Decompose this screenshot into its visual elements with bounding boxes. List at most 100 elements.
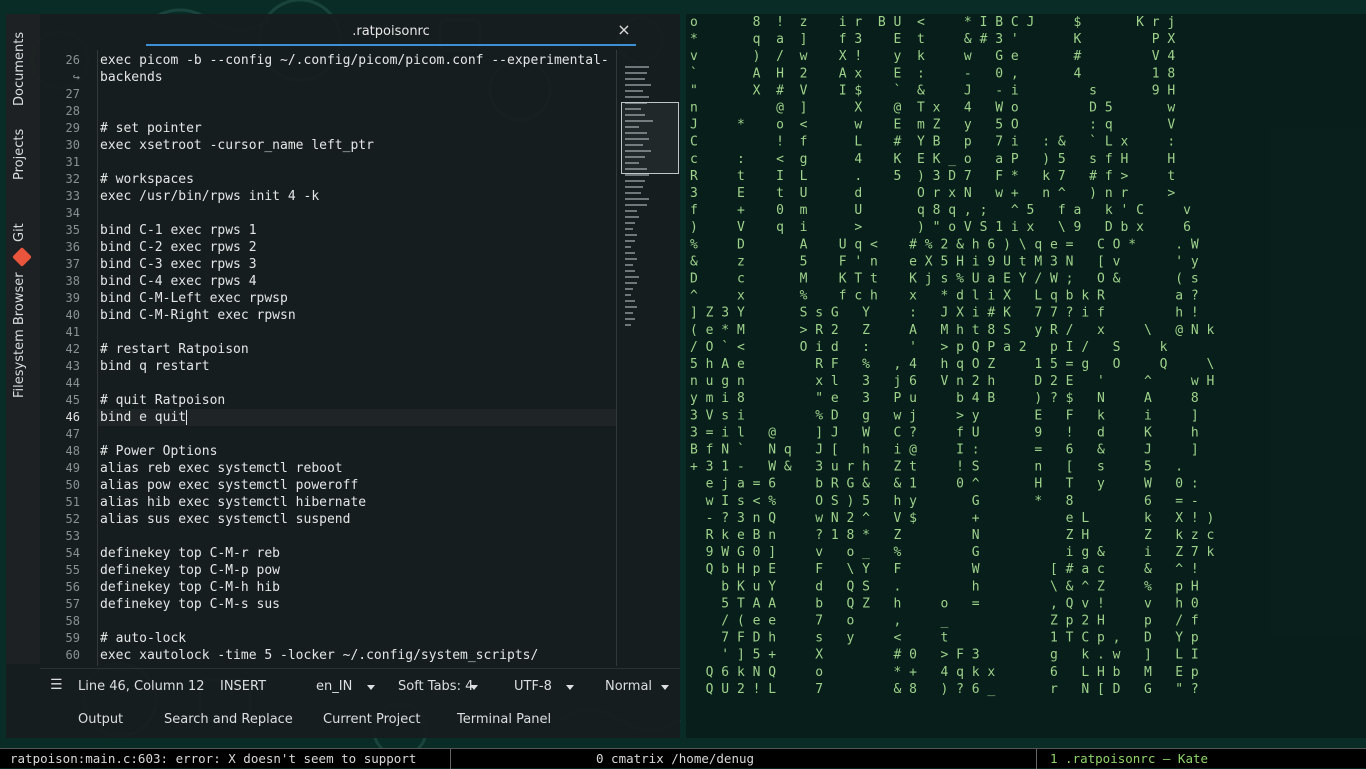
input-mode[interactable]: Normal — [605, 679, 652, 694]
window-entry-cmatrix[interactable]: 0 cmatrix /home/denug — [596, 751, 754, 766]
matrix-row: * q a ] f 3 E t & # 3 ' K P X — [690, 32, 1175, 47]
line-number: 57 — [65, 597, 80, 611]
matrix-row: B f N ` N q J [ h i @ I : = 6 & J ] — [690, 443, 1199, 458]
chevron-down-icon — [661, 685, 669, 690]
matrix-row: Q b H p E F \ Y F W [ # a c & ^ ! — [690, 562, 1199, 577]
code-line[interactable]: exec xsetroot -cursor_name left_ptr — [100, 137, 374, 154]
output-button[interactable]: Output — [78, 712, 123, 727]
encoding-setting[interactable]: UTF-8 — [514, 679, 552, 694]
code-line[interactable]: bind C-3 exec rpws 3 — [100, 256, 257, 273]
code-line[interactable]: exec /usr/bin/rpws init 4 -k — [100, 188, 319, 205]
minimap-line — [625, 306, 637, 308]
divider — [450, 749, 451, 769]
minimap-line — [625, 318, 635, 320]
code-line[interactable]: alias reb exec systemctl reboot — [100, 460, 343, 477]
code-line[interactable]: definekey top C-M-p pow — [100, 562, 280, 579]
cmatrix-terminal[interactable]: o 8 ! z i r B U < * I B C J $ K r j * q a… — [686, 14, 1366, 738]
line-number: 39 — [65, 291, 80, 305]
code-line[interactable]: bind e quit — [100, 409, 186, 426]
indentation-setting[interactable]: Soft Tabs: 4 — [398, 679, 473, 694]
code-line[interactable]: exec picom -b --config ~/.config/picom/p… — [100, 52, 609, 69]
code-line[interactable]: definekey top C-M-h hib — [100, 579, 280, 596]
line-number: 45 — [65, 393, 80, 407]
matrix-row: + 3 1 - W & 3 u r h Z t ! S n [ s 5 . — [690, 460, 1183, 475]
line-number: 29 — [65, 121, 80, 135]
minimap-line — [625, 246, 631, 248]
status-bar: ☰ Line 46, Column 12 INSERT en_IN Soft T… — [40, 668, 680, 702]
code-line[interactable]: # workspaces — [100, 171, 194, 188]
ratpoison-bar: ratpoison:main.c:603: error: X doesn't s… — [0, 748, 1366, 769]
line-number: 37 — [65, 257, 80, 271]
code-line[interactable]: bind q restart — [100, 358, 210, 375]
current-project-button[interactable]: Current Project — [323, 712, 420, 727]
search-replace-button[interactable]: Search and Replace — [164, 712, 293, 727]
code-line[interactable]: alias hib exec systemctl hibernate — [100, 494, 366, 511]
error-message: ratpoison:main.c:603: error: X doesn't s… — [10, 751, 417, 766]
code-line[interactable]: exec xautolock -time 5 -locker ~/.config… — [100, 647, 538, 664]
matrix-row: b K u Y d Q S . h \ & ^ Z % p H — [690, 579, 1199, 594]
code-line[interactable]: alias sus exec systemctl suspend — [100, 511, 350, 528]
close-icon[interactable]: × — [616, 22, 632, 38]
dictionary-language[interactable]: en_IN — [316, 679, 352, 694]
code-line[interactable]: alias pow exec systemctl poweroff — [100, 477, 358, 494]
minimap-line — [625, 198, 649, 200]
line-number: 58 — [65, 614, 80, 628]
menu-lines-icon[interactable]: ☰ — [50, 677, 63, 693]
code-line[interactable]: # Power Options — [100, 443, 217, 460]
minimap-line — [625, 276, 639, 278]
minimap-line — [625, 234, 637, 236]
code-line[interactable]: definekey top C-M-s sus — [100, 596, 280, 613]
minimap-line — [625, 210, 637, 212]
code-editor[interactable]: 26 exec picom -b --config ~/.config/picom… — [40, 50, 616, 666]
code-line[interactable]: bind C-1 exec rpws 1 — [100, 222, 257, 239]
window-entry-kate[interactable]: 1 .ratpoisonrc — Kate — [1050, 751, 1208, 766]
line-number: 56 — [65, 580, 80, 594]
matrix-row: D c M K T t K j s % U a E Y / W ; O & ( … — [690, 272, 1199, 287]
edit-mode[interactable]: INSERT — [220, 679, 266, 694]
divider — [1036, 749, 1037, 769]
matrix-row: C ! f L # Y B p 7 i : & ` L x : — [690, 135, 1175, 150]
bottom-toolbar: Output Search and Replace Current Projec… — [40, 704, 680, 738]
sidebar-tab-git[interactable]: Git — [12, 223, 27, 242]
matrix-row: ( e * M > R 2 Z A M h t 8 S y R / x \ @ … — [690, 323, 1215, 338]
line-number: 38 — [65, 274, 80, 288]
code-line[interactable]: definekey top C-M-r reb — [100, 545, 280, 562]
line-number: 53 — [65, 529, 80, 543]
minimap-line — [625, 288, 633, 290]
code-line[interactable]: # set pointer — [100, 120, 202, 137]
code-line[interactable]: bind C-M-Left exec rpwsp — [100, 290, 288, 307]
code-line[interactable]: bind C-4 exec rpws 4 — [100, 273, 257, 290]
line-number: 44 — [65, 376, 80, 390]
matrix-row: - ? 3 n Q w N 2 ^ V $ + e L k X ! ) — [690, 511, 1214, 526]
minimap-line — [625, 282, 637, 284]
line-number: 32 — [65, 172, 80, 186]
code-line[interactable]: # auto-lock — [100, 630, 186, 647]
matrix-row: ' ] 5 + X # 0 > F 3 g k . w ] L I — [690, 648, 1199, 663]
cursor-position[interactable]: Line 46, Column 12 — [78, 679, 205, 694]
minimap-line — [625, 72, 647, 74]
matrix-row: 5 T A A b Q Z h o = , Q v ! v h 0 — [690, 596, 1199, 611]
code-line[interactable]: bind C-2 exec rpws 2 — [100, 239, 257, 256]
code-line[interactable]: backends — [100, 69, 163, 86]
matrix-row: e j a = 6 b R G & & 1 0 ^ H T y W 0 : — [690, 477, 1199, 492]
sidebar-tab-documents[interactable]: Documents — [12, 32, 27, 106]
chevron-down-icon — [566, 685, 574, 690]
matrix-row: y m i 8 " e 3 P u b 4 B ) ? $ N A 8 — [690, 391, 1199, 406]
line-number: 47 — [65, 427, 80, 441]
code-line[interactable]: # quit Ratpoison — [100, 392, 225, 409]
code-line[interactable]: # restart Ratpoison — [100, 341, 249, 358]
line-number: 28 — [65, 104, 80, 118]
line-number: 31 — [65, 155, 80, 169]
matrix-rain: o 8 ! z i r B U < * I B C J $ K r j * q a… — [690, 15, 1215, 697]
document-tab[interactable]: .ratpoisonrc — [146, 20, 636, 46]
minimap-viewport[interactable] — [621, 102, 679, 174]
kate-window: Documents Projects Git Filesystem Browse… — [6, 14, 680, 738]
terminal-panel-button[interactable]: Terminal Panel — [457, 712, 551, 727]
sidebar-tab-projects[interactable]: Projects — [12, 129, 27, 180]
line-number: 35 — [65, 223, 80, 237]
sidebar-tab-filesystem-browser[interactable]: Filesystem Browser — [12, 272, 27, 398]
code-line[interactable]: bind C-M-Right exec rpwsn — [100, 307, 296, 324]
matrix-row: 3 V s i % D g w j > y E F k i ] — [690, 408, 1199, 423]
minimap[interactable] — [616, 50, 680, 666]
matrix-row: Q U 2 ! L 7 & 8 ) ? 6 _ r N [ D G " ? — [690, 682, 1199, 697]
